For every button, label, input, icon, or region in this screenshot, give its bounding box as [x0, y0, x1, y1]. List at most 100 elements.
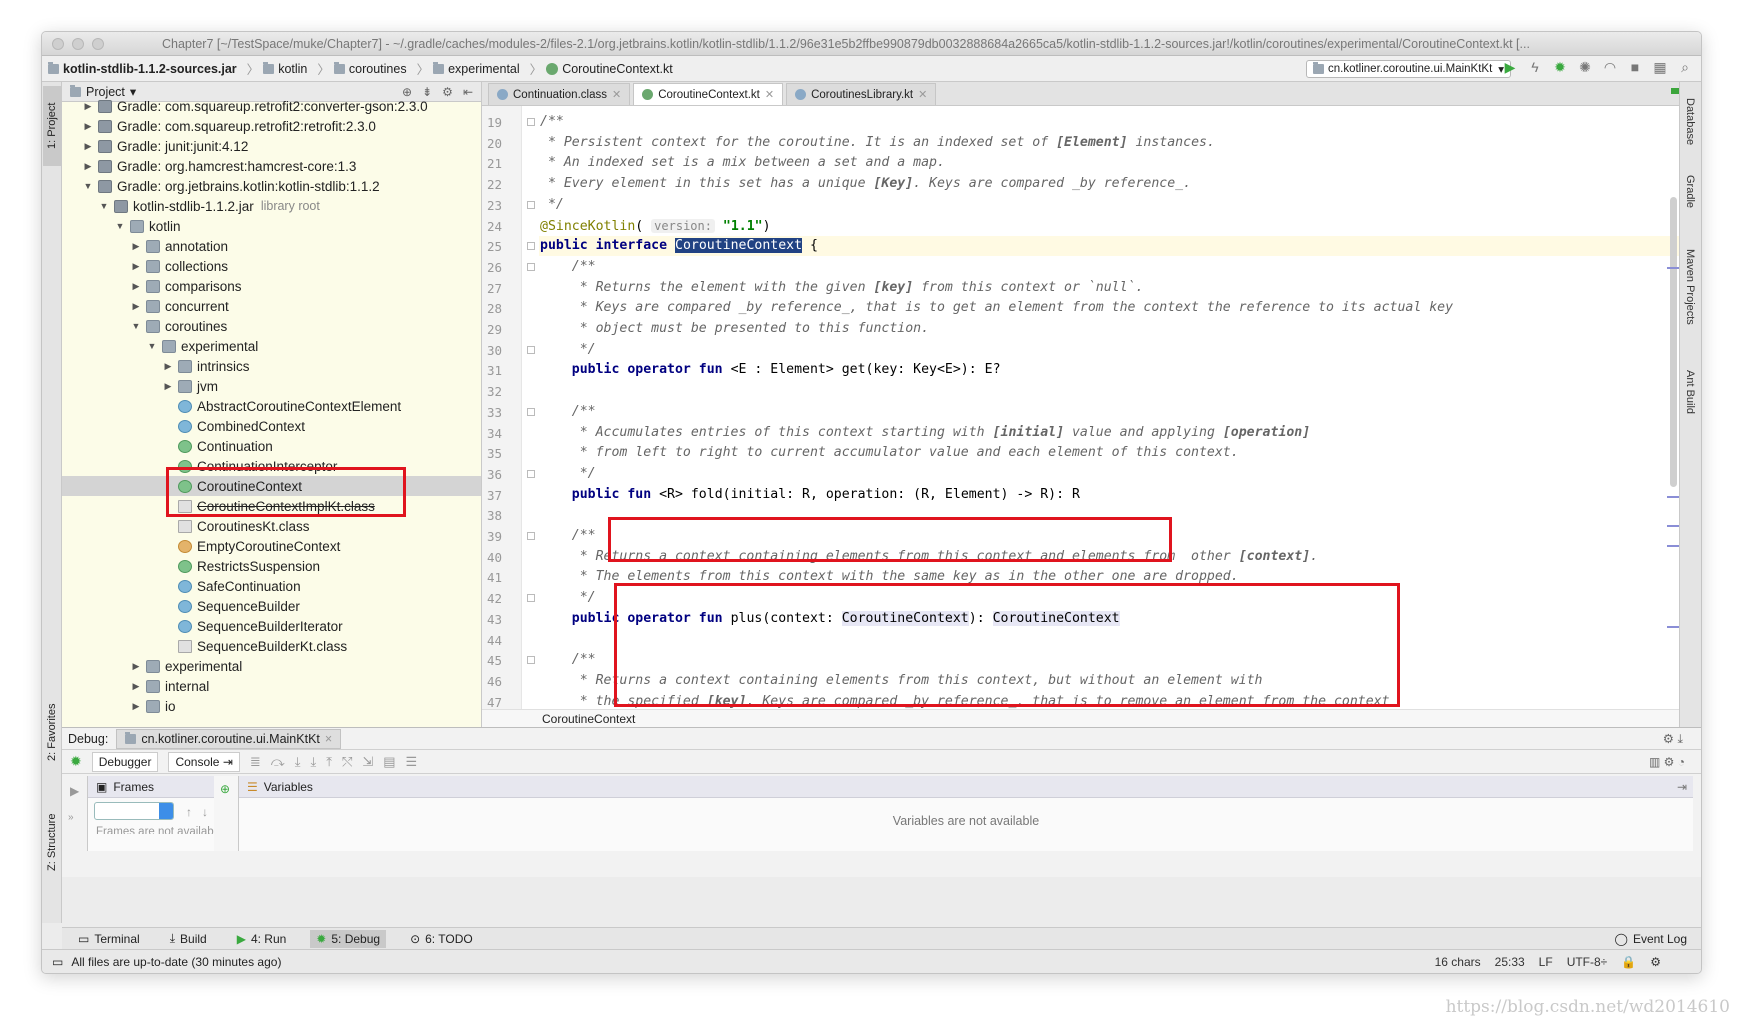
fold-marker-icon[interactable]	[527, 594, 535, 603]
fold-marker-icon[interactable]	[527, 262, 535, 271]
tab-structure[interactable]: Z: Structure	[43, 802, 61, 882]
tab-console[interactable]: Console ⇥	[168, 751, 240, 772]
collapsed-arrow-icon[interactable]: ▶	[130, 701, 142, 712]
breadcrumb-coroutines[interactable]: coroutines	[333, 61, 407, 76]
error-stripe-mark[interactable]	[1667, 545, 1679, 547]
tree-item[interactable]: ▶ experimental	[62, 656, 481, 676]
tree-item[interactable]: ▶ Gradle: org.hamcrest:hamcrest-core:1.3	[62, 156, 481, 176]
tab-ant-build[interactable]: Ant Build	[1680, 352, 1700, 432]
restore-layout-icon[interactable]: ▥ ⚙ ◔	[1649, 755, 1701, 769]
close-icon[interactable]: ✕	[612, 88, 621, 101]
run-to-cursor-icon[interactable]: ⇲	[362, 754, 373, 770]
breadcrumb-experimental[interactable]: experimental	[433, 61, 520, 76]
file-encoding[interactable]: UTF-8÷	[1567, 955, 1608, 969]
tree-item[interactable]: ▶ annotation	[62, 236, 481, 256]
breadcrumb-file[interactable]: CoroutineContext.kt	[546, 62, 673, 76]
collapsed-arrow-icon[interactable]: ▶	[82, 141, 94, 152]
toggle-tool-windows-icon[interactable]: ▭	[52, 955, 63, 969]
minimize-window-button[interactable]	[72, 37, 84, 50]
tree-item[interactable]: CoroutineContext	[62, 476, 481, 496]
collapsed-arrow-icon[interactable]: ▶	[162, 361, 174, 372]
profile-icon[interactable]: ◠	[1602, 59, 1618, 76]
collapsed-arrow-icon[interactable]: ▶	[162, 381, 174, 392]
lock-icon[interactable]: 🔒	[1621, 955, 1636, 969]
tree-item[interactable]: RestrictsSuspension	[62, 556, 481, 576]
line-separator[interactable]: LF	[1539, 955, 1553, 969]
up-icon[interactable]: ↑	[186, 805, 192, 819]
tab-gradle[interactable]: Gradle	[1680, 164, 1700, 220]
tree-item[interactable]: ▼ kotlin	[62, 216, 481, 236]
thread-select[interactable]	[94, 802, 174, 820]
step-out-icon[interactable]: ⤒	[326, 754, 332, 770]
tree-item[interactable]: CoroutineContextImplKt.class	[62, 496, 481, 516]
tree-item[interactable]: ▼ experimental	[62, 336, 481, 356]
tree-item[interactable]: CombinedContext	[62, 416, 481, 436]
run-configuration-select[interactable]: cn.kotliner.coroutine.ui.MainKtKt ▾	[1306, 60, 1511, 78]
collapsed-arrow-icon[interactable]: ▶	[82, 101, 94, 112]
rerun-debug-icon[interactable]: ✹	[70, 753, 82, 770]
tab-run[interactable]: ▶ 4: Run	[231, 930, 293, 948]
drop-frame-icon[interactable]: ⤲	[342, 754, 352, 770]
error-stripe-mark[interactable]	[1667, 525, 1679, 527]
search-icon[interactable]: ⌕	[1677, 59, 1693, 76]
collapsed-arrow-icon[interactable]: ▶	[130, 681, 142, 692]
expanded-arrow-icon[interactable]: ▼	[130, 321, 142, 331]
fold-marker-icon[interactable]	[527, 118, 535, 126]
fold-marker-icon[interactable]	[527, 200, 535, 209]
run-icon[interactable]: ▶	[1502, 59, 1518, 76]
collapsed-arrow-icon[interactable]: ▶	[130, 301, 142, 312]
tree-item[interactable]: AbstractCoroutineContextElement	[62, 396, 481, 416]
tree-item[interactable]: ▶ concurrent	[62, 296, 481, 316]
close-icon[interactable]: ✕	[765, 88, 774, 101]
tab-todo[interactable]: ⊙ 6: TODO	[404, 930, 479, 948]
breadcrumb-kotlin[interactable]: kotlin	[263, 61, 307, 76]
close-window-button[interactable]	[52, 37, 64, 50]
restore-icon[interactable]: ⇥	[1677, 780, 1693, 794]
code-area[interactable]: 19 /** 20 * Persistent context for the cor…	[482, 106, 1679, 709]
fold-marker-icon[interactable]	[527, 242, 535, 251]
tree-item[interactable]: ▶ comparisons	[62, 276, 481, 296]
tree-item[interactable]: ▶ Gradle: junit:junit:4.12	[62, 136, 481, 156]
event-log-button[interactable]: ◯ Event Log	[1609, 930, 1701, 948]
fold-marker-icon[interactable]	[527, 656, 535, 665]
expanded-arrow-icon[interactable]: ▼	[98, 201, 110, 211]
close-icon[interactable]: ✕	[918, 88, 927, 101]
tree-item[interactable]: ▶ intrinsics	[62, 356, 481, 376]
coverage-icon[interactable]: ✺	[1577, 59, 1593, 76]
trace-icon[interactable]: ☰	[406, 754, 418, 770]
resume-icon[interactable]: ▶	[70, 784, 87, 798]
tree-item[interactable]: ▶ Gradle: com.squareup.retrofit2:retrofit…	[62, 116, 481, 136]
lightning-icon[interactable]: ϟ	[1527, 59, 1543, 76]
error-stripe-mark[interactable]	[1667, 496, 1679, 498]
tree-item[interactable]: CoroutinesKt.class	[62, 516, 481, 536]
debug-bug-icon[interactable]: ✹	[1552, 59, 1568, 76]
debug-settings-gear-icon[interactable]: ⚙ ⤓	[1663, 731, 1701, 747]
tree-item[interactable]: ▶ io	[62, 696, 481, 716]
tree-item[interactable]: Continuation	[62, 436, 481, 456]
stop-icon[interactable]: ■	[1627, 59, 1643, 76]
editor-tab[interactable]: CoroutineContext.kt ✕	[633, 83, 784, 105]
force-step-into-icon[interactable]: ⤓	[310, 754, 316, 770]
tab-terminal[interactable]: ▭ Terminal	[72, 930, 146, 948]
error-stripe-mark[interactable]	[1667, 267, 1679, 269]
step-into-icon[interactable]: ⤓	[295, 754, 301, 770]
expanded-arrow-icon[interactable]: ▼	[114, 221, 126, 231]
tree-item[interactable]: SequenceBuilder	[62, 596, 481, 616]
editor-tab[interactable]: CoroutinesLibrary.kt ✕	[786, 83, 937, 105]
tree-item[interactable]: ContinuationInterceptor	[62, 456, 481, 476]
fold-marker-icon[interactable]	[527, 407, 535, 416]
git-icon[interactable]: ⚙	[1650, 955, 1661, 969]
new-watch-icon[interactable]: ⊕	[220, 782, 238, 796]
tree-item[interactable]: ▶ collections	[62, 256, 481, 276]
editor-tab[interactable]: Continuation.class ✕	[488, 83, 631, 105]
tree-item[interactable]: ▶ jvm	[62, 376, 481, 396]
tab-project[interactable]: 1: Project	[43, 86, 61, 166]
collapsed-arrow-icon[interactable]: ▶	[130, 261, 142, 272]
close-icon[interactable]: ×	[325, 732, 332, 746]
tab-debugger[interactable]: Debugger	[91, 751, 159, 772]
collapsed-arrow-icon[interactable]: ▶	[130, 281, 142, 292]
down-icon[interactable]: ↓	[202, 805, 208, 819]
project-structure-icon[interactable]: ▦	[1652, 59, 1668, 76]
show-execution-point-icon[interactable]: ≣	[250, 754, 261, 770]
tree-item[interactable]: ▶ internal	[62, 676, 481, 696]
